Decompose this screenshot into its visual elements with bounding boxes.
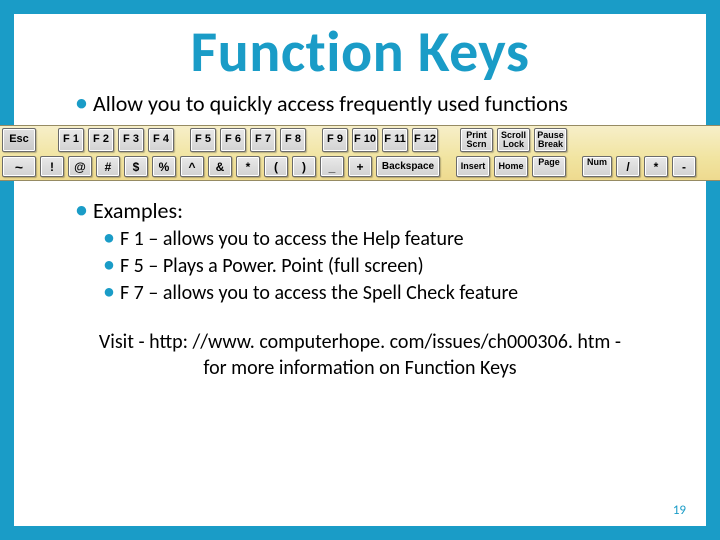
key-f12: F 12 bbox=[412, 128, 438, 152]
key-f2: F 2 bbox=[88, 128, 114, 152]
key-line2: Scrn bbox=[466, 140, 486, 149]
key-line2: Break bbox=[538, 140, 563, 149]
key-3: # bbox=[96, 156, 120, 177]
key-num-subtract: - bbox=[672, 156, 696, 177]
key-f11: F 11 bbox=[382, 128, 408, 152]
key-num-lock: Num bbox=[582, 156, 612, 177]
key-num-divide: / bbox=[616, 156, 640, 177]
key-9: ( bbox=[264, 156, 288, 177]
key-2: @ bbox=[68, 156, 92, 177]
example-text: F 5 – Plays a Power. Point (full screen) bbox=[120, 253, 424, 280]
key-equals: + bbox=[348, 156, 372, 177]
key-f8: F 8 bbox=[280, 128, 306, 152]
key-tilde: ~ bbox=[2, 156, 36, 177]
key-print-screen: Print Scrn bbox=[460, 128, 493, 152]
bullet-icon: • bbox=[76, 197, 87, 224]
key-f3: F 3 bbox=[118, 128, 144, 152]
key-insert: Insert bbox=[456, 156, 490, 177]
key-esc: Esc bbox=[2, 128, 36, 152]
key-page-up: Page bbox=[532, 156, 566, 177]
example-text: F 7 – allows you to access the Spell Che… bbox=[120, 280, 518, 307]
visit-text: Visit - http: //www. computerhope. com/i… bbox=[94, 329, 626, 381]
key-5: % bbox=[152, 156, 176, 177]
key-1: ! bbox=[40, 156, 64, 177]
keyboard-image: Esc F 1 F 2 F 3 F 4 F 5 F 6 F 7 F 8 F 9 … bbox=[0, 125, 720, 181]
key-line2 bbox=[548, 167, 551, 176]
key-4: $ bbox=[124, 156, 148, 177]
key-f5: F 5 bbox=[190, 128, 216, 152]
intro-bullet: • Allow you to quickly access frequently… bbox=[76, 90, 706, 117]
key-f4: F 4 bbox=[148, 128, 174, 152]
key-num-multiply: * bbox=[644, 156, 668, 177]
key-6: ^ bbox=[180, 156, 204, 177]
page-number: 19 bbox=[673, 503, 686, 518]
slide-title: Function Keys bbox=[14, 20, 706, 84]
example-item: • F 7 – allows you to access the Spell C… bbox=[104, 280, 706, 307]
slide: Function Keys • Allow you to quickly acc… bbox=[0, 0, 720, 540]
key-f1: F 1 bbox=[58, 128, 84, 152]
bullet-icon: • bbox=[104, 280, 114, 307]
example-item: • F 5 – Plays a Power. Point (full scree… bbox=[104, 253, 706, 280]
key-f7: F 7 bbox=[250, 128, 276, 152]
examples-label: Examples: bbox=[93, 197, 183, 224]
examples-bullet: • Examples: bbox=[76, 197, 706, 224]
key-8: * bbox=[236, 156, 260, 177]
key-minus: _ bbox=[320, 156, 344, 177]
key-f6: F 6 bbox=[220, 128, 246, 152]
key-backspace: Backspace bbox=[376, 156, 440, 177]
key-f10: F 10 bbox=[352, 128, 378, 152]
keyboard-row-2: ~ ! @ # $ % ^ & * ( ) _ + Backspace Inse… bbox=[0, 154, 720, 180]
example-text: F 1 – allows you to access the Help feat… bbox=[120, 226, 464, 253]
bullet-icon: • bbox=[104, 226, 114, 253]
bullet-icon: • bbox=[76, 90, 87, 116]
key-line2 bbox=[596, 167, 599, 176]
key-scroll-lock: Scroll Lock bbox=[497, 128, 530, 152]
bullet-icon: • bbox=[104, 253, 114, 280]
keyboard-row-1: Esc F 1 F 2 F 3 F 4 F 5 F 6 F 7 F 8 F 9 … bbox=[0, 126, 720, 154]
key-0: ) bbox=[292, 156, 316, 177]
key-pause-break: Pause Break bbox=[534, 128, 567, 152]
key-home: Home bbox=[494, 156, 528, 177]
key-line2: Lock bbox=[503, 140, 524, 149]
intro-text: Allow you to quickly access frequently u… bbox=[93, 90, 568, 117]
key-7: & bbox=[208, 156, 232, 177]
key-f9: F 9 bbox=[322, 128, 348, 152]
example-item: • F 1 – allows you to access the Help fe… bbox=[104, 226, 706, 253]
